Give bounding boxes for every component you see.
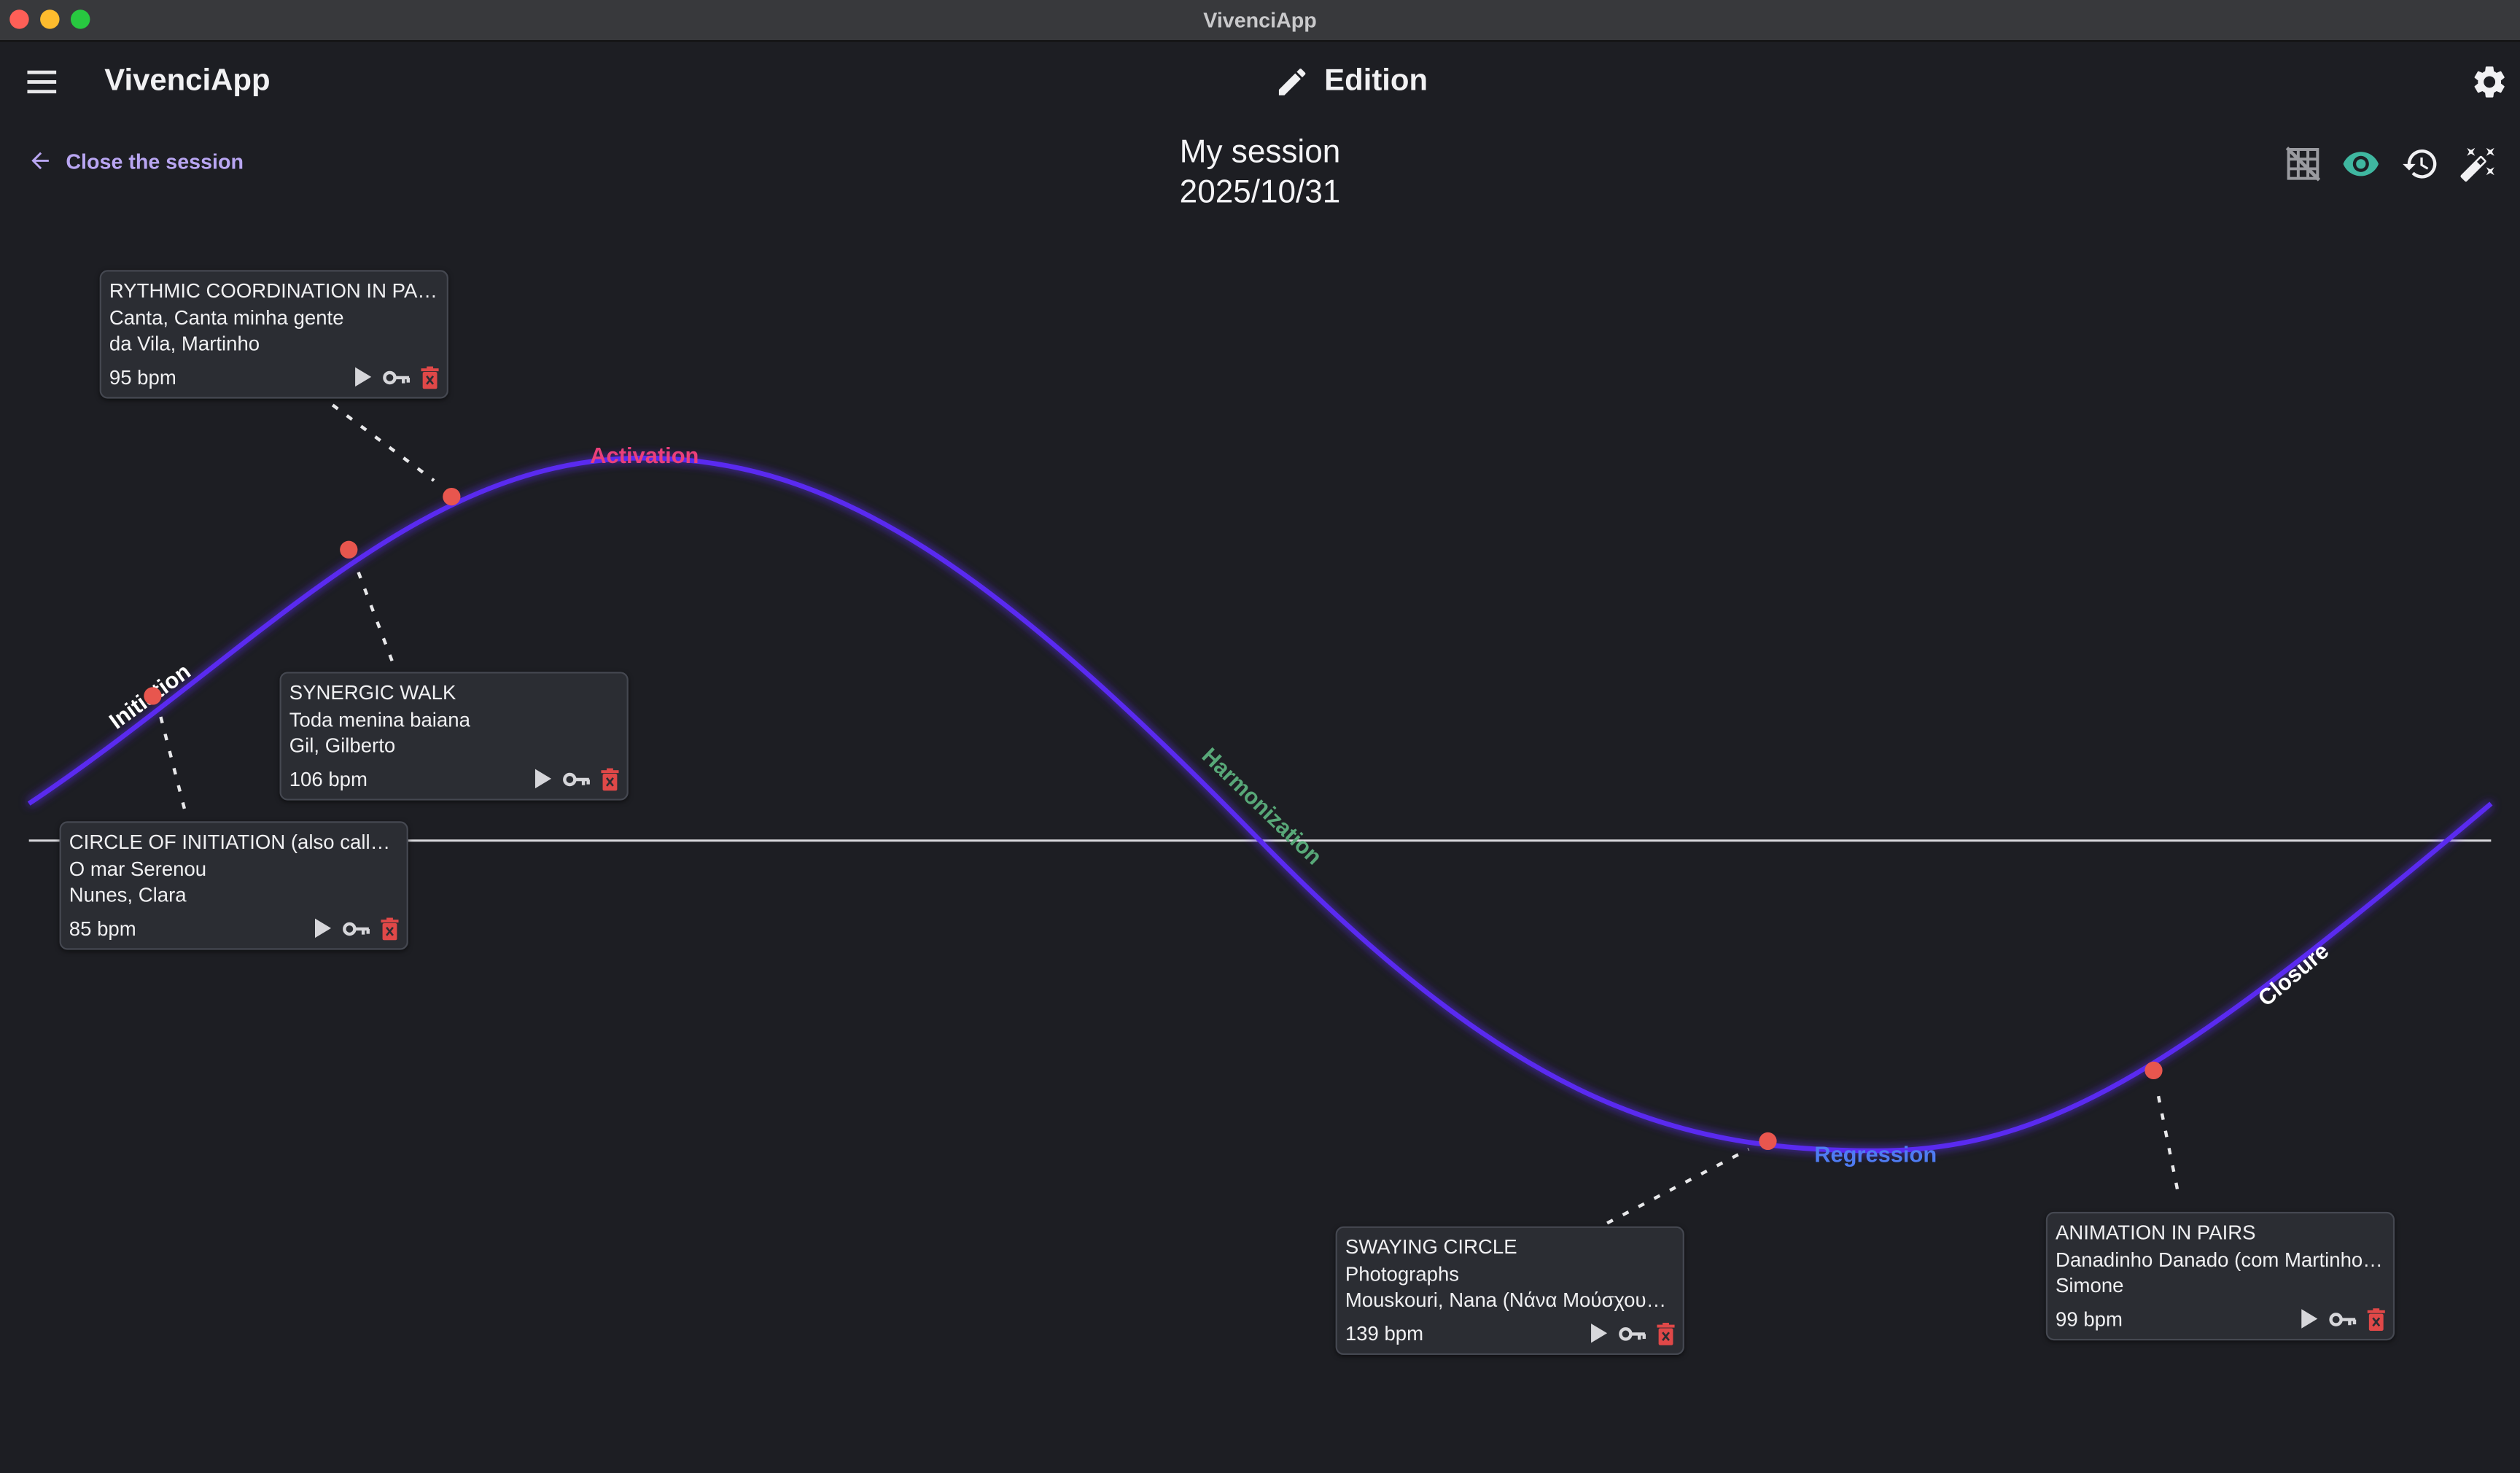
connector-line xyxy=(2156,1095,2179,1192)
activity-marker[interactable] xyxy=(340,540,358,559)
phase-label-regression: Regression xyxy=(1814,1142,1937,1167)
connector-line xyxy=(331,403,435,482)
bpm-value: 99 bpm xyxy=(2056,1307,2123,1330)
play-icon[interactable] xyxy=(2300,1309,2319,1330)
phase-label-harmonization: Harmonization xyxy=(1197,743,1327,870)
bpm-value: 95 bpm xyxy=(109,365,176,389)
connector-line xyxy=(1606,1147,1750,1225)
delete-icon[interactable] xyxy=(1657,1322,1675,1345)
play-icon[interactable] xyxy=(354,367,373,388)
play-icon[interactable] xyxy=(534,769,553,790)
song-artist: Mouskouri, Nana (Νάνα Μούσχουρη) xyxy=(1345,1289,1675,1312)
bpm-value: 106 bpm xyxy=(289,767,368,790)
song-artist: Gil, Gilberto xyxy=(289,734,396,758)
activity-title: RYTHMIC COORDINATION IN PAIRS (... xyxy=(109,279,439,303)
activity-title: SWAYING CIRCLE xyxy=(1345,1235,1517,1259)
song-title: Danadinho Danado (com Martinho d... xyxy=(2056,1248,2385,1271)
activity-card[interactable]: CIRCLE OF INITIATION (also called "C... … xyxy=(59,821,408,950)
song-title: Photographs xyxy=(1345,1262,1460,1286)
delete-icon[interactable] xyxy=(381,917,399,940)
delete-icon[interactable] xyxy=(421,365,439,389)
key-icon[interactable] xyxy=(1619,1324,1648,1343)
activity-title: ANIMATION IN PAIRS xyxy=(2056,1221,2256,1244)
song-title: Canta, Canta minha gente xyxy=(109,306,344,329)
activity-marker[interactable] xyxy=(144,687,162,705)
phase-label-activation: Activation xyxy=(590,443,699,468)
play-icon[interactable] xyxy=(1590,1324,1609,1345)
activity-title: SYNERGIC WALK xyxy=(289,681,456,704)
activity-marker[interactable] xyxy=(1759,1132,1777,1151)
song-artist: da Vila, Martinho xyxy=(109,333,260,356)
play-icon[interactable] xyxy=(314,918,332,939)
delete-icon[interactable] xyxy=(2367,1307,2385,1331)
activity-card[interactable]: SWAYING CIRCLE Photographs Mouskouri, Na… xyxy=(1335,1226,1684,1356)
song-artist: Nunes, Clara xyxy=(69,884,187,907)
activity-title: CIRCLE OF INITIATION (also called "C... xyxy=(69,831,399,854)
song-title: Toda menina baiana xyxy=(289,707,470,731)
delete-icon[interactable] xyxy=(601,768,619,790)
song-title: O mar Serenou xyxy=(69,857,207,880)
key-icon[interactable] xyxy=(383,368,412,386)
activity-card[interactable]: ANIMATION IN PAIRS Danadinho Danado (com… xyxy=(2045,1211,2395,1341)
activity-marker[interactable] xyxy=(2144,1061,2163,1080)
song-artist: Simone xyxy=(2056,1274,2124,1297)
bpm-value: 85 bpm xyxy=(69,917,136,940)
activity-marker[interactable] xyxy=(443,487,461,506)
connector-line xyxy=(159,716,188,817)
key-icon[interactable] xyxy=(2329,1310,2358,1329)
key-icon[interactable] xyxy=(562,769,591,788)
phase-label-closure: Closure xyxy=(2253,938,2333,1011)
bpm-value: 139 bpm xyxy=(1345,1321,1424,1345)
activity-card[interactable]: RYTHMIC COORDINATION IN PAIRS (... Canta… xyxy=(99,270,448,399)
activity-card[interactable]: SYNERGIC WALK Toda menina baiana Gil, Gi… xyxy=(279,672,629,801)
key-icon[interactable] xyxy=(342,919,371,938)
connector-line xyxy=(357,571,396,666)
